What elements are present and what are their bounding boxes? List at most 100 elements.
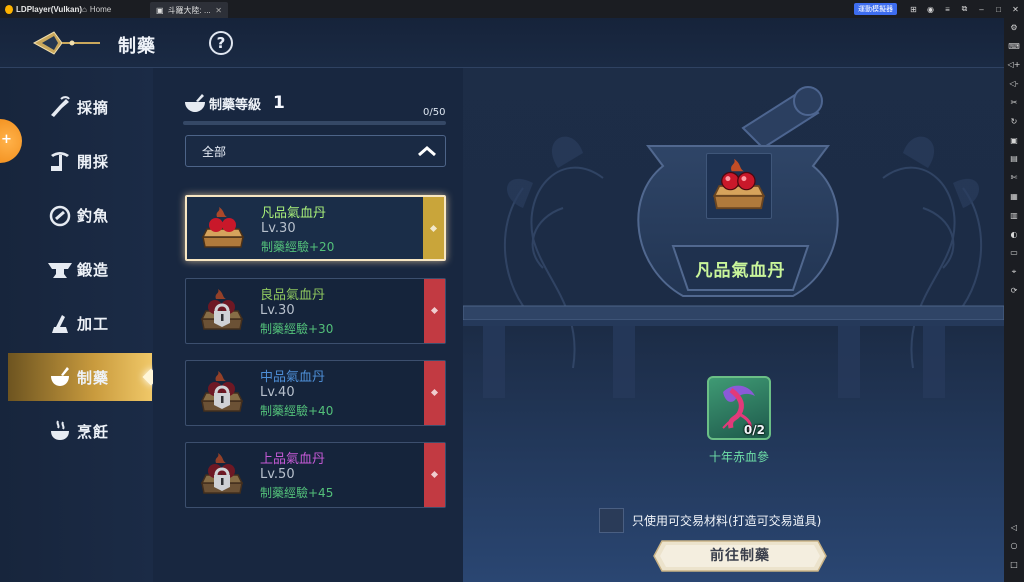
craft-level-value: 1 [273,93,285,113]
mortar-icon [47,364,73,390]
settings-icon[interactable]: ⚙ [1004,18,1024,37]
keyboard-icon[interactable]: ⌨ [1004,37,1024,56]
recipe-filter-select[interactable]: 全部 [185,135,446,167]
sync-icon[interactable]: ↻ [1004,112,1024,131]
elixir-icon [200,289,244,330]
category-label: 鍛造 [77,260,110,279]
elixir-icon [200,453,244,494]
recipe-exp: 制藥經驗+20 [261,240,335,254]
volume-up-icon[interactable]: ◁+ [1004,56,1024,75]
category-label: 採摘 [77,98,110,117]
recipe-status-tag [424,279,445,343]
emulator-badge[interactable]: 運動模擬器 [854,3,897,15]
recipe-exp: 制藥經驗+40 [260,404,334,418]
screenshot-icon[interactable]: ✂ [1004,93,1024,112]
screen-icon[interactable]: ▤ [1004,150,1024,169]
recipe-card[interactable]: 上品氣血丹 Lv.50 制藥經驗+45 [185,442,446,508]
back-arrow-icon[interactable] [32,30,102,56]
material-slot[interactable]: 0/2 [707,376,771,440]
exp-text: 0/50 [423,107,446,118]
tab-close-icon[interactable]: ✕ [215,6,222,15]
category-processing[interactable]: 加工 [0,299,153,347]
recipe-level: Lv.40 [260,385,295,400]
recipe-status-tag [424,443,445,507]
user-icon[interactable]: ◉ [922,5,939,14]
recipe-card[interactable]: 良品氣血丹 Lv.30 制藥經驗+30 [185,278,446,344]
detail-panel: 凡品氣血丹 0/2 十年赤血參 只使用可交易材料(打造可交易道具) 前往制藥 [463,68,1004,582]
mortar-icon [185,94,205,112]
go-craft-button[interactable]: 前往制藥 [652,537,828,575]
product-slot[interactable] [706,153,772,219]
game-screen: 制藥 ? + 採摘 開採 釣魚 鍛造 加工 制藥 烹飪 制藥等級 1 0/50 … [0,18,1004,582]
mining-icon [47,148,73,174]
material-name: 十年赤血參 [708,450,769,464]
maximize-icon[interactable]: □ [990,5,1007,14]
folder-icon[interactable]: ▭ [1004,244,1024,263]
recipe-exp: 制藥經驗+30 [260,322,334,336]
game-tab-label: 斗羅大陸: ... [167,5,211,15]
rotate-icon[interactable]: ⟳ [1004,281,1024,300]
fishing-icon [47,202,73,228]
category-label: 加工 [77,314,110,333]
category-forging[interactable]: 鍛造 [0,245,153,293]
menu-icon[interactable]: ≡ [939,5,956,14]
apk-icon[interactable]: ▦ [1004,187,1024,206]
app-logo: LDPlayer(Vulkan) [0,4,82,14]
craft-level: 制藥等級 1 [183,93,285,113]
filter-selected-value: 全部 [202,144,227,159]
cauldron-background [463,86,1004,398]
recipe-card[interactable]: 中品氣血丹 Lv.40 制藥經驗+40 [185,360,446,426]
back-icon[interactable]: ◁ [1004,518,1024,537]
recipe-level: Lv.50 [260,467,295,482]
recipe-exp: 制藥經驗+45 [260,486,334,500]
craft-button-label: 前往制藥 [710,548,770,564]
recipe-level: Lv.30 [260,303,295,318]
category-label: 開採 [77,152,110,171]
material-count: 0/2 [743,423,765,437]
recipe-panel: 制藥等級 1 0/50 全部 凡品氣血丹 Lv.30 制藥經驗+20 良品氣血丹 Lv.… [153,68,463,582]
chevron-up-icon [418,146,436,157]
category-nav: + 採摘 開採 釣魚 鍛造 加工 制藥 烹飪 [0,68,160,582]
recipe-name: 良品氣血丹 [260,288,326,303]
close-icon[interactable]: ✕ [1007,5,1024,14]
recent-icon[interactable]: □ [1004,555,1024,574]
exp-progress-bar [183,121,446,125]
help-icon[interactable]: ? [209,31,233,55]
recipe-status-tag [424,361,445,425]
location-icon[interactable]: ⌖ [1004,262,1024,281]
recipe-name: 上品氣血丹 [260,452,326,467]
shake-icon[interactable]: ◐ [1004,225,1024,244]
category-pharmacy[interactable]: 制藥 [8,353,160,401]
tag-diamond-icon [430,388,439,397]
recipe-card[interactable]: 凡品氣血丹 Lv.30 制藥經驗+20 [185,195,446,261]
minimize-icon[interactable]: – [973,5,990,14]
pick-icon [47,94,73,120]
game-tab[interactable]: ▣ 斗羅大陸: ... ✕ [150,2,228,18]
home-icon[interactable]: ○ [1004,536,1024,555]
page-title: 制藥 [118,36,156,57]
scissors-icon[interactable]: ✄ [1004,168,1024,187]
ldplayer-icon [5,4,14,14]
record-icon[interactable]: ▣ [1004,131,1024,150]
recipe-level: Lv.30 [261,221,296,236]
recipe-name: 凡品氣血丹 [261,206,327,221]
home-tab[interactable]: ⌂ Home [82,5,150,14]
category-mining[interactable]: 開採 [0,137,153,185]
restore-icon[interactable]: ⧉ [956,4,973,14]
gamepad-icon[interactable]: ⊞ [905,5,922,14]
recipe-status-tag [423,197,444,259]
emulator-toolbar: ⚙ ⌨ ◁+ ◁- ✂ ↻ ▣ ▤ ✄ ▦ ▥ ◐ ▭ ⌖ ⟳ ◁ ○ □ [1004,18,1024,582]
category-label: 烹飪 [77,422,110,441]
trade-only-checkbox[interactable] [599,508,624,533]
tag-diamond-icon [430,470,439,479]
elixir-icon [200,371,244,412]
trade-only-label: 只使用可交易材料(打造可交易道具) [632,514,822,528]
category-pick[interactable]: 採摘 [0,83,153,131]
header-bar: 制藥 ? [0,18,1004,68]
recipe-name: 中品氣血丹 [260,370,326,385]
volume-down-icon[interactable]: ◁- [1004,74,1024,93]
category-cooking[interactable]: 烹飪 [0,407,153,455]
category-fishing[interactable]: 釣魚 [0,191,153,239]
multi-window-icon[interactable]: ▥ [1004,206,1024,225]
